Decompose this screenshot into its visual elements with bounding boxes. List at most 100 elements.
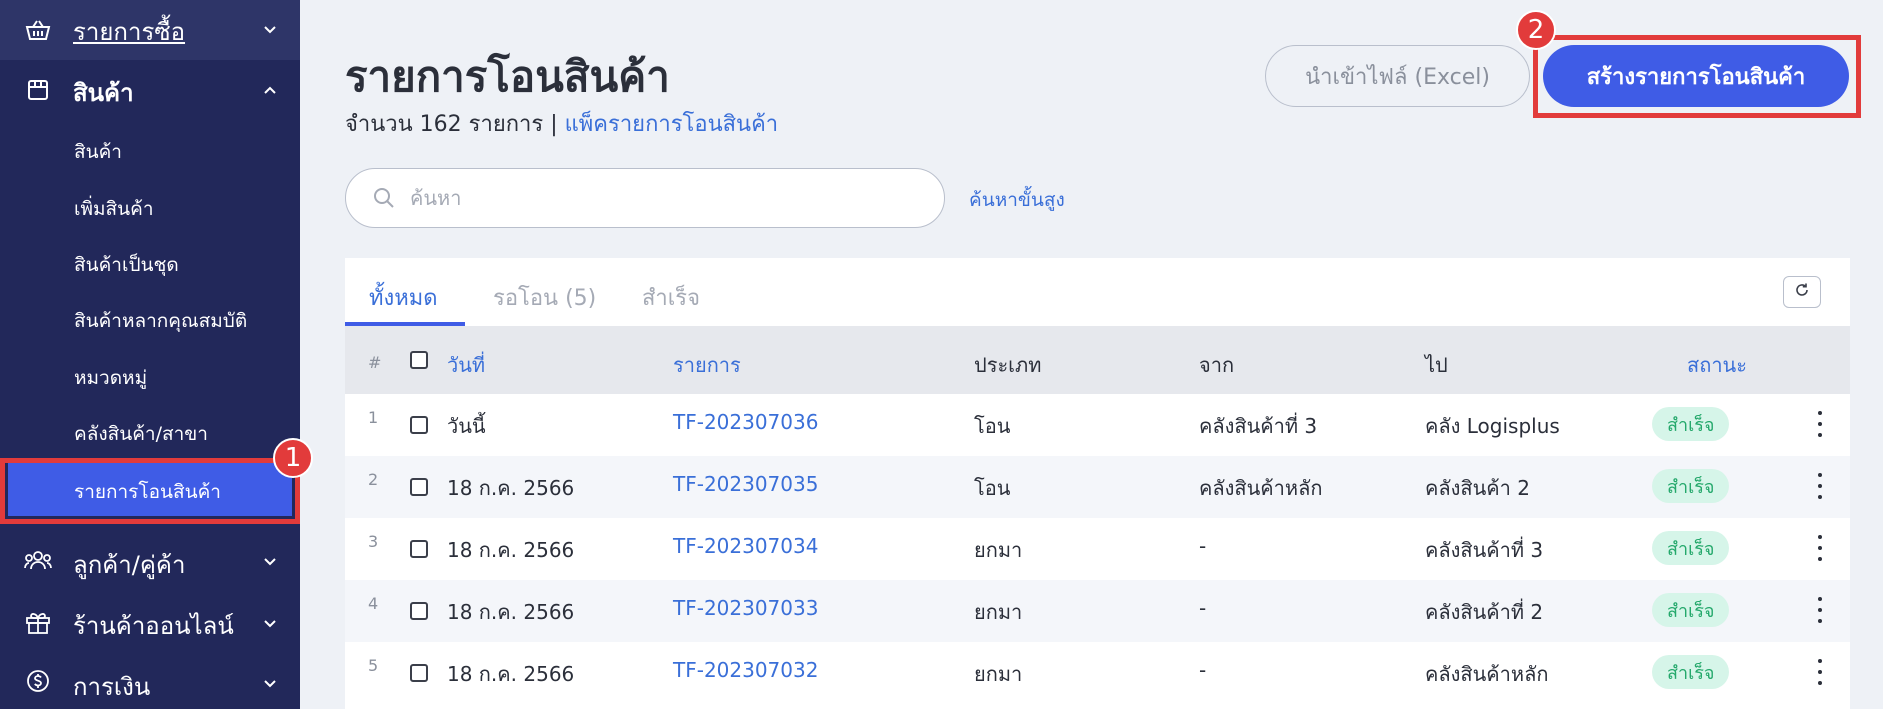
sidebar-subitem-bundle[interactable]: สินค้าเป็นชุด	[74, 250, 179, 280]
col-status[interactable]: สถานะ	[1687, 349, 1747, 381]
sidebar-item-purchases[interactable]: รายการซื้อ	[0, 0, 300, 60]
row-type: ยกมา	[974, 538, 1023, 562]
row-checkbox[interactable]	[410, 602, 428, 620]
chevron-down-icon	[262, 676, 278, 692]
status-badge: สำเร็จ	[1652, 593, 1730, 627]
select-all-checkbox[interactable]	[410, 351, 428, 369]
row-to: คลังสินค้าที่ 2	[1425, 600, 1544, 624]
sidebar-item-products[interactable]: สินค้า	[0, 60, 300, 120]
col-type: ประเภท	[974, 353, 1042, 377]
col-from: จาก	[1199, 353, 1235, 377]
table-row[interactable]: 2 18 ก.ค. 2566 TF-202307035 โอน คลังสินค…	[345, 456, 1850, 518]
row-to: คลังสินค้า 2	[1425, 476, 1530, 500]
sidebar-item-label: รายการซื้อ	[73, 18, 186, 46]
col-item[interactable]: รายการ	[673, 349, 741, 381]
status-badge: สำเร็จ	[1652, 531, 1730, 565]
count-text: จำนวน 162 รายการ |	[345, 112, 565, 137]
gift-icon	[24, 608, 52, 636]
table-row[interactable]: 5 18 ก.ค. 2566 TF-202307032 ยกมา - คลังส…	[345, 642, 1850, 704]
more-options-icon[interactable]	[1815, 659, 1825, 685]
row-date: 18 ก.ค. 2566	[447, 476, 575, 500]
col-to: ไป	[1425, 353, 1448, 377]
refresh-icon	[1794, 282, 1810, 302]
row-to: คลังสินค้าหลัก	[1425, 662, 1549, 686]
table-row[interactable]: 1 วันนี้ TF-202307036 โอน คลังสินค้าที่ …	[345, 394, 1850, 456]
more-options-icon[interactable]	[1815, 473, 1825, 499]
row-checkbox[interactable]	[410, 664, 428, 682]
sidebar-subitem-warehouses[interactable]: คลังสินค้า/สาขา	[74, 419, 208, 449]
row-type: โอน	[974, 476, 1011, 500]
row-from: -	[1199, 658, 1207, 682]
tab-completed[interactable]: สำเร็จ	[642, 280, 700, 315]
step-badge-2: 2	[1516, 10, 1556, 50]
table-row[interactable]: 4 18 ก.ค. 2566 TF-202307033 ยกมา - คลังส…	[345, 580, 1850, 642]
transfers-card: ทั้งหมด รอโอน (5) สำเร็จ # วันที่ รายการ…	[345, 258, 1850, 709]
sidebar-item-customers[interactable]: ลูกค้า/คู่ค้า	[0, 530, 300, 590]
row-index: 3	[368, 532, 379, 551]
chevron-down-icon	[262, 554, 278, 570]
chevron-down-icon	[262, 22, 278, 38]
sidebar-item-label: ร้านค้าออนไลน์	[73, 612, 234, 640]
record-count: จำนวน 162 รายการ | แพ็ครายการโอนสินค้า	[345, 106, 778, 141]
row-date: 18 ก.ค. 2566	[447, 662, 575, 686]
row-index: 1	[368, 408, 379, 427]
row-item-link[interactable]: TF-202307035	[673, 472, 818, 496]
status-badge: สำเร็จ	[1652, 655, 1730, 689]
search-box	[345, 168, 945, 228]
col-index: #	[368, 353, 382, 372]
row-date: 18 ก.ค. 2566	[447, 538, 575, 562]
users-icon	[24, 546, 52, 574]
sidebar-subitem-categories[interactable]: หมวดหมู่	[74, 363, 147, 393]
row-date: วันนี้	[447, 414, 486, 438]
row-item-link[interactable]: TF-202307036	[673, 410, 818, 434]
row-from: -	[1199, 534, 1207, 558]
sidebar-subitem-add-product[interactable]: เพิ่มสินค้า	[74, 194, 154, 224]
step-badge-1: 1	[273, 438, 313, 478]
sidebar-item-label: การเงิน	[73, 673, 151, 701]
more-options-icon[interactable]	[1815, 535, 1825, 561]
row-type: ยกมา	[974, 662, 1023, 686]
tab-all[interactable]: ทั้งหมด	[369, 280, 438, 315]
row-to: คลังสินค้าที่ 3	[1425, 538, 1544, 562]
row-item-link[interactable]: TF-202307032	[673, 658, 818, 682]
row-type: โอน	[974, 414, 1011, 438]
sidebar-subitem-variants[interactable]: สินค้าหลากคุณสมบัติ	[74, 306, 247, 336]
refresh-button[interactable]	[1783, 276, 1821, 308]
row-index: 2	[368, 470, 379, 489]
row-from: คลังสินค้าหลัก	[1199, 476, 1323, 500]
sidebar-item-label: สินค้า	[73, 79, 134, 107]
pack-transfers-link[interactable]: แพ็ครายการโอนสินค้า	[565, 112, 779, 137]
sidebar-item-online-store[interactable]: ร้านค้าออนไลน์	[0, 592, 300, 652]
status-badge: สำเร็จ	[1652, 469, 1730, 503]
tab-pending[interactable]: รอโอน (5)	[493, 280, 596, 315]
more-options-icon[interactable]	[1815, 411, 1825, 437]
row-checkbox[interactable]	[410, 478, 428, 496]
chevron-down-icon	[262, 616, 278, 632]
search-input[interactable]	[410, 183, 910, 213]
search-icon	[372, 186, 396, 214]
row-checkbox[interactable]	[410, 540, 428, 558]
more-options-icon[interactable]	[1815, 597, 1825, 623]
table-row[interactable]: 3 18 ก.ค. 2566 TF-202307034 ยกมา - คลังส…	[345, 518, 1850, 580]
highlight-box-transfers	[0, 458, 300, 524]
chevron-up-icon	[262, 82, 278, 98]
row-checkbox[interactable]	[410, 416, 428, 434]
store-icon	[24, 76, 52, 104]
sidebar-item-label: ลูกค้า/คู่ค้า	[73, 551, 186, 579]
highlight-box-create	[1533, 35, 1861, 118]
row-type: ยกมา	[974, 600, 1023, 624]
sidebar-item-finance[interactable]: การเงิน	[0, 654, 300, 709]
table-header: # วันที่ รายการ ประเภท จาก ไป สถานะ	[345, 326, 1850, 394]
row-item-link[interactable]: TF-202307034	[673, 534, 818, 558]
status-badge: สำเร็จ	[1652, 407, 1730, 441]
row-from: -	[1199, 596, 1207, 620]
row-from: คลังสินค้าที่ 3	[1199, 414, 1318, 438]
sidebar: รายการซื้อ สินค้า สินค้า เพิ่มสินค้า สิน…	[0, 0, 300, 709]
sidebar-subitem-products[interactable]: สินค้า	[74, 137, 122, 167]
import-excel-button[interactable]: นำเข้าไฟล์ (Excel)	[1265, 45, 1530, 107]
row-index: 4	[368, 594, 379, 613]
basket-icon	[24, 16, 52, 44]
advanced-search-link[interactable]: ค้นหาขั้นสูง	[969, 185, 1065, 215]
row-item-link[interactable]: TF-202307033	[673, 596, 818, 620]
col-date[interactable]: วันที่	[447, 349, 485, 381]
